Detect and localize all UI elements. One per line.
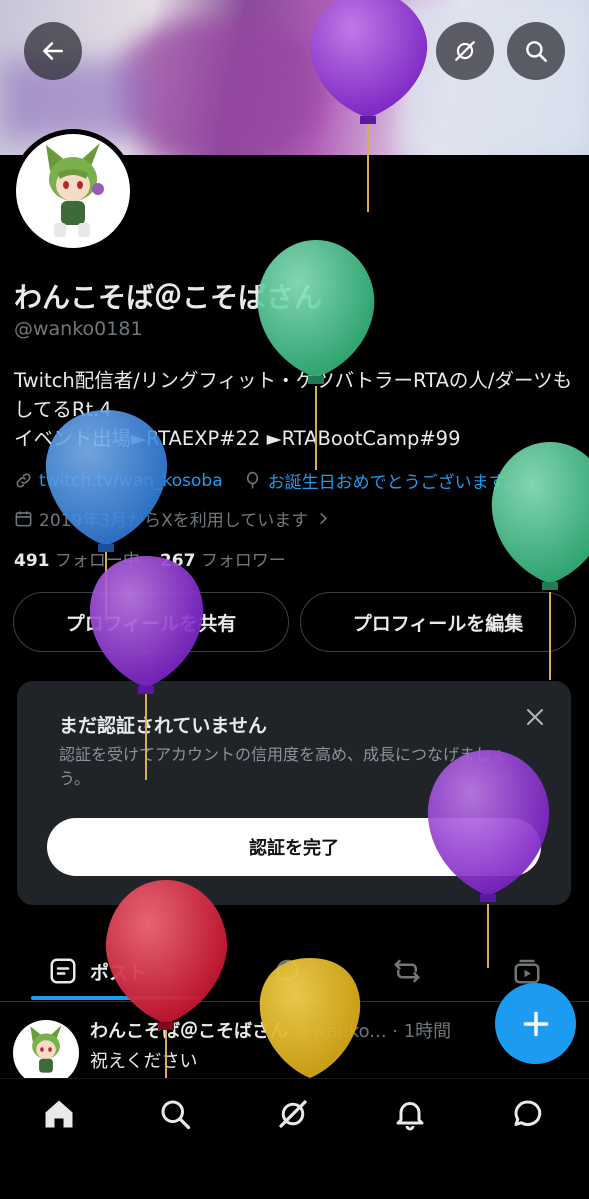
profile-tabs: ポスト	[0, 940, 589, 1002]
nav-notifications[interactable]	[392, 1096, 428, 1132]
nav-home[interactable]	[41, 1096, 77, 1132]
post-meta: @wanko... · 1時間	[293, 1021, 452, 1042]
profile-name: わんこそば＠こそばさん	[14, 281, 323, 314]
edit-profile-button[interactable]: プロフィールを編集	[300, 592, 576, 652]
following-count: 491	[14, 551, 50, 571]
profile-meta-links: twitch.tv/wan_kosoba お誕生日おめでとうございます。	[14, 468, 521, 493]
tab-reposts[interactable]	[392, 940, 422, 1002]
verification-title: まだ認証されていません	[59, 715, 267, 737]
tab-posts[interactable]: ポスト	[48, 940, 177, 1002]
following-link[interactable]: 491 フォロー中	[14, 546, 140, 571]
avatar-character-image	[46, 143, 104, 237]
tab-replies[interactable]	[273, 940, 303, 1002]
avatar[interactable]	[11, 129, 135, 253]
tab-posts-label: ポスト	[90, 961, 148, 984]
plus-icon	[523, 1011, 548, 1036]
compose-post-button[interactable]	[495, 983, 576, 1064]
followers-link[interactable]: 267 フォロワー	[160, 546, 286, 571]
search-icon	[161, 1100, 191, 1130]
post-header: わんこそば＠こそばさん @wanko... · 1時間	[90, 1017, 451, 1043]
website-link[interactable]: twitch.tv/wan_kosoba	[39, 471, 223, 491]
grok-icon	[455, 41, 475, 61]
search-button[interactable]	[507, 22, 565, 80]
avatar-character-image	[30, 1025, 62, 1073]
profile-bio: Twitch配信者/リングフィット・ケツバトラーRTAの人/ダーツもしてるRt.…	[14, 369, 573, 450]
complete-verification-button[interactable]: 認証を完了	[47, 818, 541, 876]
reply-icon	[276, 959, 300, 985]
link-icon	[16, 473, 31, 488]
following-label: フォロー中	[54, 551, 140, 571]
video-icon	[514, 959, 540, 984]
bell-icon	[396, 1102, 424, 1131]
balloon-icon	[246, 471, 258, 489]
home-icon	[45, 1100, 73, 1128]
grok-button[interactable]	[436, 22, 494, 80]
repost-icon	[393, 959, 421, 983]
share-profile-button[interactable]: プロフィールを共有	[13, 592, 289, 652]
post-author-name: わんこそば＠こそばさん	[90, 1021, 288, 1042]
follow-stats: 491 フォロー中 267 フォロワー	[14, 546, 286, 571]
followers-label: フォロワー	[200, 551, 286, 571]
arrow-left-icon	[43, 42, 63, 60]
followers-count: 267	[159, 551, 196, 571]
profile-handle: @wanko0181	[14, 318, 143, 340]
joined-text: 2019年3月からXを利用しています	[39, 511, 309, 531]
calendar-icon	[15, 511, 32, 527]
chevron-right-icon	[320, 512, 328, 525]
active-tab-indicator	[31, 996, 199, 1000]
joined-row[interactable]: 2019年3月からXを利用しています	[14, 506, 333, 531]
nav-grok[interactable]	[275, 1096, 311, 1132]
nav-search[interactable]	[157, 1096, 193, 1132]
posts-icon	[50, 958, 76, 984]
grok-icon	[279, 1100, 307, 1128]
post-avatar[interactable]	[13, 1020, 79, 1086]
close-icon[interactable]	[523, 705, 547, 729]
verification-description: 認証を受けてアカウントの信用度を高め、成長につなげましょう。	[59, 745, 508, 788]
chat-bubble-icon	[514, 1100, 542, 1126]
chevron-down-icon	[161, 967, 173, 975]
post-text: 祝えください	[90, 1051, 198, 1072]
birthday-text: お誕生日おめでとうございます。	[267, 473, 521, 493]
nav-messages[interactable]	[510, 1096, 546, 1132]
search-icon	[526, 41, 548, 63]
bottom-navigation	[0, 1078, 589, 1199]
verification-card: まだ認証されていません 認証を受けてアカウントの信用度を高め、成長につなげましょ…	[17, 681, 571, 905]
back-button[interactable]	[24, 22, 82, 80]
